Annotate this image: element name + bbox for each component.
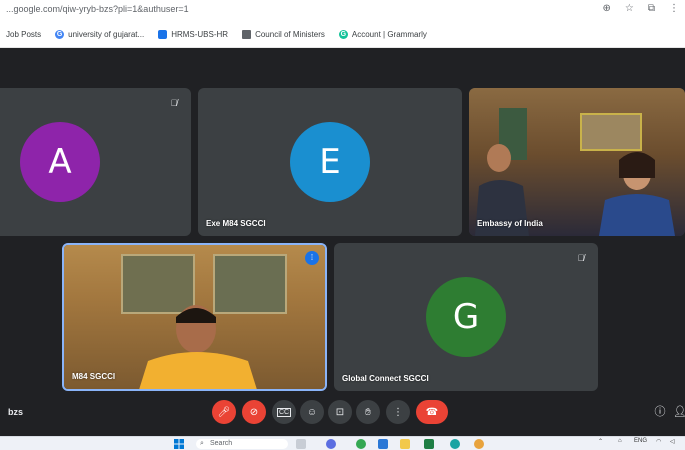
more-vert-icon: ⋮	[393, 406, 403, 418]
leave-call-button[interactable]: ☎	[416, 400, 448, 424]
bookmark-job-posts[interactable]: Job Posts	[6, 30, 41, 39]
person-head	[487, 144, 511, 172]
avatar-letter: E	[319, 142, 341, 182]
star-icon[interactable]: ☆	[625, 3, 634, 14]
extensions-icon[interactable]: ⧉	[648, 3, 655, 14]
raise-hand-button[interactable]: ✋︎	[356, 400, 380, 424]
bookmark-label: Account | Grammarly	[351, 30, 427, 39]
search-placeholder: Search	[210, 440, 233, 447]
participant-name: Embassy of India	[477, 219, 543, 228]
windows-start-icon[interactable]	[174, 439, 184, 449]
reactions-button[interactable]: ☺	[300, 400, 324, 424]
participant-tile-embassy[interactable]: Embassy of India	[469, 88, 685, 236]
person-body	[599, 194, 675, 236]
emoji-icon: ☺	[306, 406, 318, 418]
chrome-icon[interactable]	[356, 439, 366, 449]
app-icon[interactable]	[474, 439, 484, 449]
url-text[interactable]: ...google.com/qiw-yryb-bzs?pli=1&authuse…	[6, 4, 189, 14]
wifi-icon[interactable]: ◠	[656, 438, 661, 445]
edge-icon[interactable]	[450, 439, 460, 449]
bookmark-grammarly[interactable]: G Account | Grammarly	[338, 30, 427, 39]
avatar-letter: G	[452, 297, 480, 337]
bookmark-council[interactable]: Council of Ministers	[242, 30, 325, 39]
people-button[interactable]: 👤︎	[672, 403, 685, 419]
present-button[interactable]: ⊡	[328, 400, 352, 424]
bookmark-label: university of gujarat...	[68, 30, 145, 39]
avatar: G	[426, 277, 506, 357]
participant-name: M84 SGCCI	[72, 372, 116, 381]
meeting-stage: A 🎙̸ E Exe M84 SGCCI Embassy of India ⁞ …	[0, 48, 685, 436]
avatar-letter: A	[48, 142, 72, 182]
person-hair	[619, 152, 655, 178]
bookmark-label: Council of Ministers	[255, 30, 325, 39]
bookmark-hrms[interactable]: HRMS-UBS-HR	[158, 30, 228, 39]
tray-icon[interactable]: ⌂	[618, 438, 622, 444]
tray-chevron-icon[interactable]: ⌃	[598, 438, 603, 445]
share-icon[interactable]: ⊕	[603, 3, 611, 14]
excel-icon[interactable]	[424, 439, 434, 449]
bookmark-university[interactable]: G university of gujarat...	[55, 30, 144, 39]
bookmarks-bar: Job Posts G university of gujarat... HRM…	[0, 22, 685, 48]
participant-name: Exe M84 SGCCI	[206, 219, 266, 228]
mic-toggle-button[interactable]: 🎤︎	[212, 400, 236, 424]
captions-icon: CC	[276, 407, 292, 417]
browser-address-bar[interactable]: ...google.com/qiw-yryb-bzs?pli=1&authuse…	[0, 0, 685, 22]
hand-icon: ✋︎	[365, 406, 371, 418]
info-icon: ⓘ	[654, 406, 666, 418]
captions-button[interactable]: CC	[272, 400, 296, 424]
taskbar-search[interactable]: ⌕ Search	[196, 439, 288, 449]
video-scene	[121, 254, 287, 389]
painting-shape	[213, 254, 287, 314]
input-language[interactable]: ENG	[634, 438, 647, 444]
emblem-icon	[242, 30, 252, 39]
camera-off-icon: ⊘	[249, 406, 259, 418]
teams-icon[interactable]	[326, 439, 336, 449]
google-icon: G	[55, 30, 65, 39]
hrms-icon	[158, 30, 168, 39]
mic-off-icon: 🎙̸	[577, 253, 585, 263]
mic-off-icon: 🎤︎	[217, 406, 231, 418]
participant-tile-exe-m84[interactable]: E Exe M84 SGCCI	[198, 88, 462, 236]
search-icon: ⌕	[200, 440, 204, 447]
participant-name: Global Connect SGCCI	[342, 374, 429, 383]
person-body	[139, 352, 257, 389]
present-screen-icon: ⊡	[335, 406, 345, 418]
call-controls-bar: bzs 🎤︎ ⊘ CC ☺ ⊡ ✋︎ ⋮ ☎ ⓘ 👤︎	[0, 395, 685, 431]
meeting-code: bzs	[8, 407, 24, 417]
camera-toggle-button[interactable]: ⊘	[242, 400, 266, 424]
mic-off-icon: 🎙̸	[170, 98, 178, 108]
speaking-icon: ⁞	[305, 251, 319, 265]
grammarly-icon: G	[338, 30, 348, 39]
participant-tile-a[interactable]: A 🎙̸	[0, 88, 191, 236]
painting-shape	[580, 113, 642, 151]
file-explorer-icon[interactable]	[400, 439, 410, 449]
video-scene	[475, 108, 675, 236]
participant-tile-global-connect[interactable]: G 🎙̸ Global Connect SGCCI	[334, 243, 598, 391]
avatar: E	[290, 122, 370, 202]
people-icon: 👤︎	[673, 405, 685, 418]
bookmark-label: HRMS-UBS-HR	[171, 30, 229, 39]
painting-shape	[121, 254, 195, 314]
avatar: A	[20, 122, 100, 202]
meeting-details-button[interactable]: ⓘ	[652, 403, 668, 419]
task-view-icon[interactable]	[296, 439, 306, 449]
participant-tile-m84[interactable]: ⁞ M84 SGCCI	[62, 243, 327, 391]
browser-actions: ⊕ ☆ ⧉ ⋮	[603, 3, 680, 14]
volume-icon[interactable]: ◁	[670, 438, 675, 445]
menu-icon[interactable]: ⋮	[669, 3, 679, 14]
more-options-button[interactable]: ⋮	[386, 400, 410, 424]
mail-icon[interactable]	[378, 439, 388, 449]
os-taskbar: ⌕ Search ⌃ ⌂ ENG ◠ ◁	[0, 436, 685, 450]
hang-up-icon: ☎	[425, 406, 439, 418]
bookmark-label: Job Posts	[6, 30, 42, 39]
